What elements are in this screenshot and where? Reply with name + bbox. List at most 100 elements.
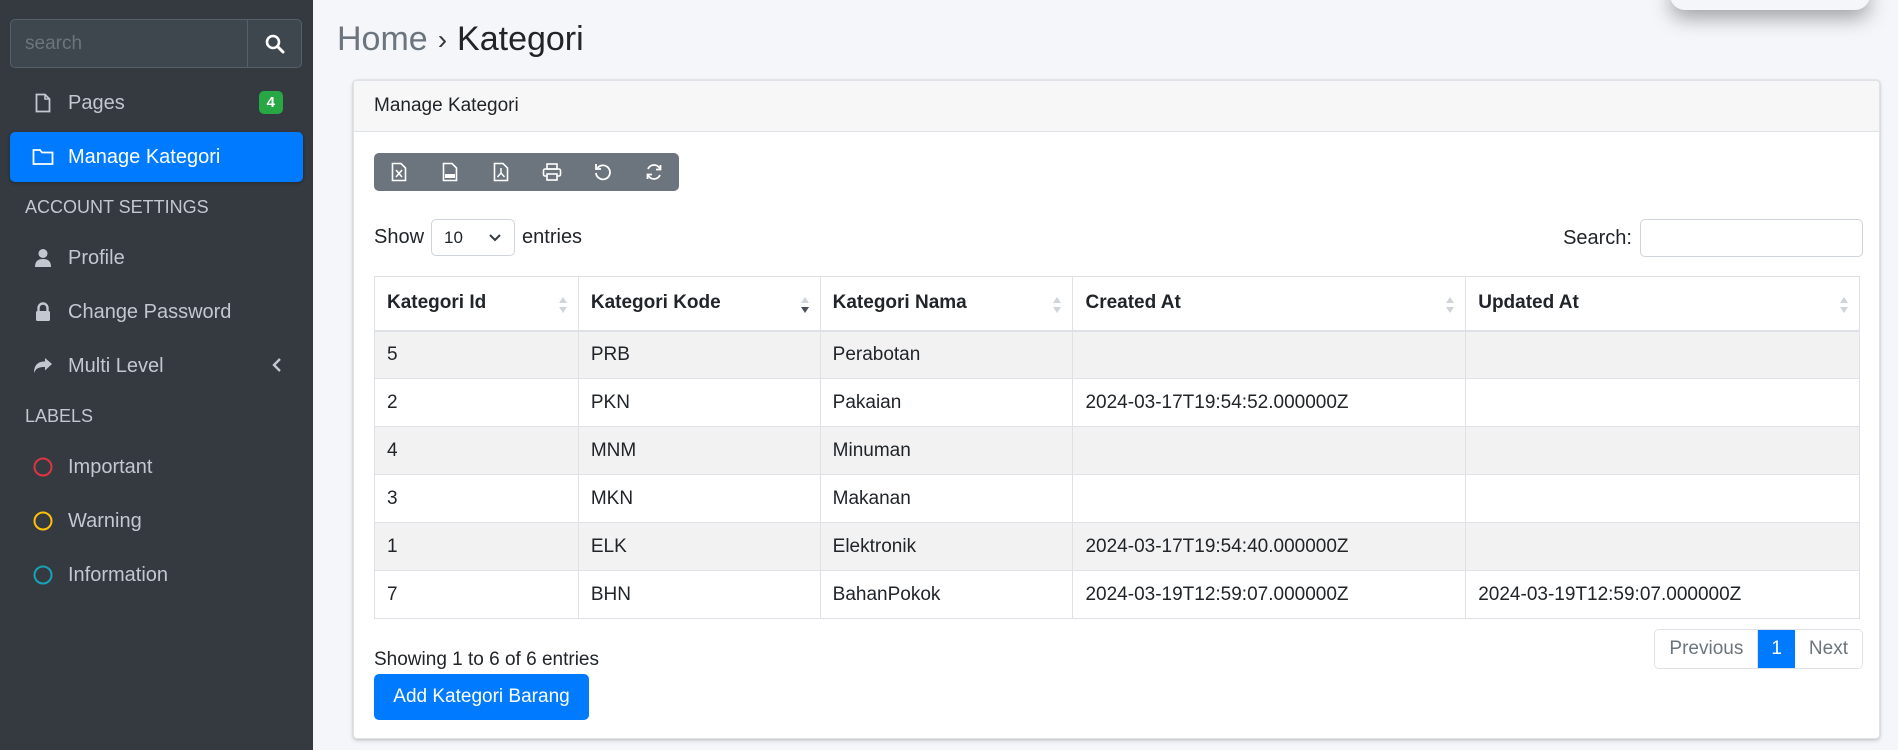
refresh-icon [646, 164, 661, 180]
table-cell: 2024-03-19T12:59:07.000000Z [1465, 570, 1860, 619]
entries-length-select[interactable]: 10 [431, 219, 516, 256]
table-row[interactable]: 3 MKN Makanan [374, 474, 1860, 523]
export-excel-button[interactable] [374, 153, 425, 191]
account-settings-header: ACCOUNT SETTINGS [25, 197, 209, 217]
column-label: Kategori Kode [590, 292, 721, 314]
user-icon [32, 247, 54, 269]
pagination-next[interactable]: Next [1794, 630, 1862, 668]
table-cell: Perabotan [819, 330, 1074, 379]
sidebar-item-profile[interactable]: Profile [10, 233, 303, 283]
table-cell: 2024-03-17T19:54:52.000000Z [1072, 378, 1467, 427]
sidebar-item-multi-level[interactable]: Multi Level [10, 341, 303, 391]
table-cell: 2024-03-19T12:59:07.000000Z [1072, 570, 1467, 619]
folder-icon [32, 146, 54, 168]
table-cell: MNM [577, 426, 821, 475]
reset-button[interactable] [577, 153, 628, 191]
sidebar-item-change-password[interactable]: Change Password [10, 287, 303, 337]
table-cell: BHN [577, 570, 821, 619]
sidebar: Pages 4 Manage Kategori ACCOUNT SETTINGS… [0, 0, 313, 750]
table-cell [1465, 378, 1860, 427]
table-cell [1465, 330, 1860, 379]
column-header-kategori-id[interactable]: Kategori Id [374, 276, 579, 332]
card-title: Manage Kategori [354, 81, 1879, 132]
entries-length-control: Show 10 entries [374, 219, 582, 256]
breadcrumb: Home › Kategori [337, 20, 584, 59]
page-title: Kategori [457, 20, 584, 58]
sidebar-item-manage-kategori[interactable]: Manage Kategori [10, 132, 303, 182]
export-pdf-button[interactable] [476, 153, 527, 191]
table-cell [1072, 330, 1467, 379]
sidebar-item-pages[interactable]: Pages 4 [10, 78, 303, 128]
sidebar-item-label: Pages [68, 91, 125, 114]
table-cell [1072, 426, 1467, 475]
table-cell [1465, 522, 1860, 571]
table-row[interactable]: 1 ELK Elektronik 2024-03-17T19:54:40.000… [374, 522, 1860, 571]
file-icon [32, 92, 54, 114]
table-cell: MKN [577, 474, 821, 523]
csv-icon [442, 162, 458, 182]
table-cell: PKN [577, 378, 821, 427]
table-search-input[interactable] [1640, 219, 1863, 257]
add-kategori-button[interactable]: Add Kategori Barang [374, 674, 589, 720]
column-header-kategori-kode[interactable]: Kategori Kode [577, 276, 821, 332]
export-csv-button[interactable] [425, 153, 476, 191]
table-cell: 4 [374, 426, 579, 475]
lock-icon [32, 301, 54, 323]
table-cell: ELK [577, 522, 821, 571]
column-header-updated-at[interactable]: Updated At [1465, 276, 1860, 332]
sidebar-item-important[interactable]: Important [10, 442, 303, 492]
sidebar-item-warning[interactable]: Warning [10, 496, 303, 546]
table-cell: BahanPokok [819, 570, 1074, 619]
reload-button[interactable] [628, 153, 679, 191]
sort-icon [558, 297, 567, 313]
sidebar-search-input[interactable] [10, 19, 247, 68]
kategori-table: Kategori Id Kategori Kode Kategori Nama … [374, 276, 1860, 619]
sidebar-search [10, 19, 302, 68]
entries-label: entries [522, 226, 583, 248]
sort-icon [1840, 297, 1848, 313]
sort-icon [1446, 297, 1455, 313]
pagination: Previous 1 Next [1654, 629, 1863, 669]
breadcrumb-home[interactable]: Home [337, 20, 428, 59]
table-cell [1072, 474, 1467, 523]
table-info: Showing 1 to 6 of 6 entries [374, 649, 599, 670]
labels-header: LABELS [25, 406, 94, 426]
chevron-left-icon [272, 358, 281, 372]
table-search-label: Search: [1563, 226, 1632, 249]
table-cell: Minuman [819, 426, 1074, 475]
undo-icon [594, 164, 611, 181]
table-cell: 5 [374, 330, 579, 379]
column-label: Updated At [1478, 292, 1579, 314]
export-button-group [374, 153, 679, 191]
pages-count-badge: 4 [258, 91, 283, 114]
table-row[interactable]: 2 PKN Pakaian 2024-03-17T19:54:52.000000… [374, 378, 1860, 427]
circle-icon [32, 510, 54, 532]
sort-desc-icon [800, 297, 809, 313]
sidebar-search-button[interactable] [247, 19, 302, 68]
print-button[interactable] [526, 153, 577, 191]
column-header-kategori-nama[interactable]: Kategori Nama [819, 276, 1074, 332]
pagination-previous[interactable]: Previous [1655, 630, 1759, 668]
search-icon [265, 34, 284, 53]
pdf-icon [493, 162, 509, 182]
table-cell: PRB [577, 330, 821, 379]
column-label: Kategori Id [387, 292, 487, 314]
pagination-page-1[interactable]: 1 [1758, 630, 1795, 668]
table-row[interactable]: 5 PRB Perabotan [374, 330, 1860, 379]
table-cell: Makanan [819, 474, 1074, 523]
show-label: Show [374, 226, 425, 248]
print-icon [542, 163, 562, 181]
sidebar-item-label: Change Password [68, 300, 232, 323]
table-row[interactable]: 4 MNM Minuman [374, 426, 1860, 475]
excel-icon [392, 162, 407, 182]
circle-icon [32, 564, 54, 586]
table-cell [1465, 426, 1860, 475]
sort-icon [1053, 297, 1062, 313]
table-cell: 2 [374, 378, 579, 427]
user-dropdown-shadow [1670, 0, 1870, 10]
sidebar-item-label: Important [68, 455, 153, 478]
table-row[interactable]: 7 BHN BahanPokok 2024-03-19T12:59:07.000… [374, 570, 1860, 619]
column-header-created-at[interactable]: Created At [1072, 276, 1467, 332]
sidebar-item-information[interactable]: Information [10, 550, 303, 600]
breadcrumb-separator: › [437, 23, 448, 55]
